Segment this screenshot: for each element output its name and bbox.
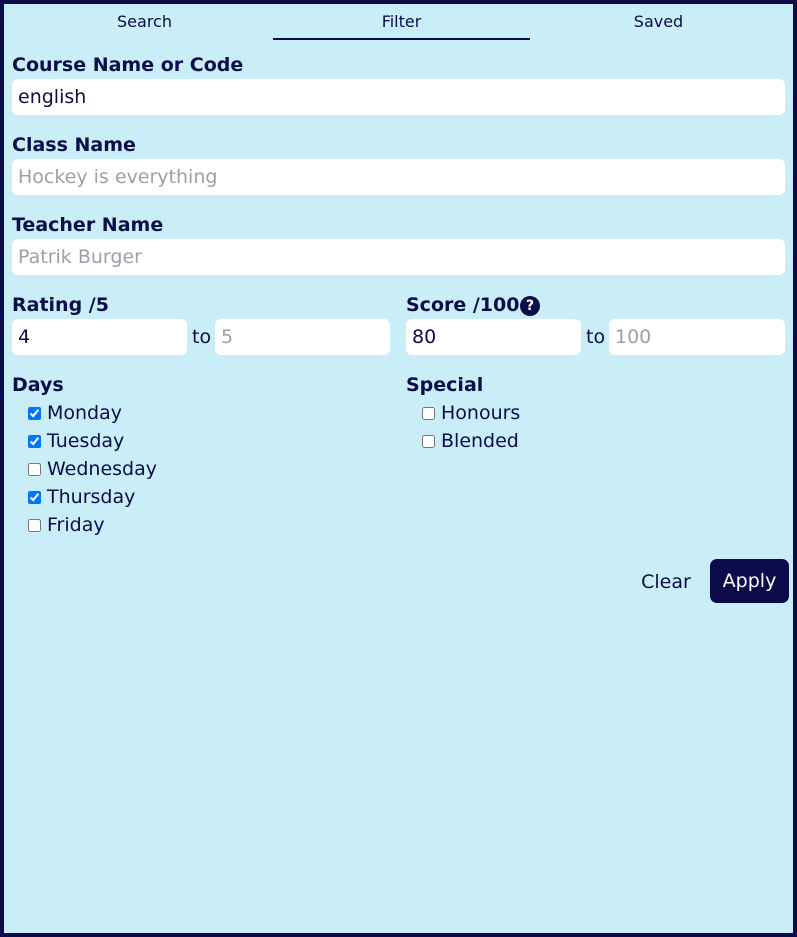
score-to-label: to [586, 326, 606, 348]
day-tuesday-checkbox[interactable] [28, 434, 41, 448]
rating-to-label: to [192, 326, 212, 348]
teacher-name-input[interactable] [12, 239, 785, 275]
score-label: Score /100 [406, 294, 520, 316]
course-input[interactable] [12, 79, 785, 115]
day-monday-checkbox[interactable] [28, 406, 41, 420]
day-tuesday-label: Tuesday [47, 430, 125, 452]
day-tuesday[interactable]: Tuesday [28, 427, 124, 455]
day-monday-label: Monday [47, 402, 123, 424]
special-honours-label: Honours [441, 402, 521, 424]
day-monday[interactable]: Monday [28, 399, 122, 427]
teacher-name-label: Teacher Name [12, 214, 164, 236]
tab-search[interactable]: Search [16, 10, 273, 40]
class-name-label: Class Name [12, 134, 136, 156]
help-icon[interactable]: ? [520, 296, 540, 316]
class-name-input[interactable] [12, 159, 785, 195]
special-blended[interactable]: Blended [422, 427, 519, 455]
apply-button[interactable]: Apply [710, 559, 789, 603]
special-honours-checkbox[interactable] [422, 406, 435, 420]
day-friday-label: Friday [47, 514, 105, 536]
day-thursday[interactable]: Thursday [28, 483, 135, 511]
day-wednesday-checkbox[interactable] [28, 462, 41, 476]
score-min-input[interactable] [406, 319, 581, 355]
tab-bar: Search Filter Saved [16, 10, 787, 40]
rating-max-input[interactable] [215, 319, 390, 355]
clear-button[interactable]: Clear [630, 564, 702, 600]
rating-label: Rating /5 [12, 294, 109, 316]
score-max-input[interactable] [609, 319, 785, 355]
special-label: Special [406, 374, 484, 396]
day-wednesday[interactable]: Wednesday [28, 455, 157, 483]
filter-panel: Search Filter Saved Course Name or Code … [0, 0, 797, 937]
special-blended-checkbox[interactable] [422, 434, 435, 448]
special-blended-label: Blended [441, 430, 519, 452]
tab-saved[interactable]: Saved [530, 10, 787, 40]
special-honours[interactable]: Honours [422, 399, 520, 427]
day-thursday-checkbox[interactable] [28, 490, 41, 504]
course-label: Course Name or Code [12, 54, 244, 76]
day-thursday-label: Thursday [47, 486, 136, 508]
tab-filter[interactable]: Filter [273, 10, 530, 40]
days-label: Days [12, 374, 64, 396]
rating-min-input[interactable] [12, 319, 187, 355]
day-friday-checkbox[interactable] [28, 518, 41, 532]
day-wednesday-label: Wednesday [47, 458, 158, 480]
day-friday[interactable]: Friday [28, 511, 105, 539]
